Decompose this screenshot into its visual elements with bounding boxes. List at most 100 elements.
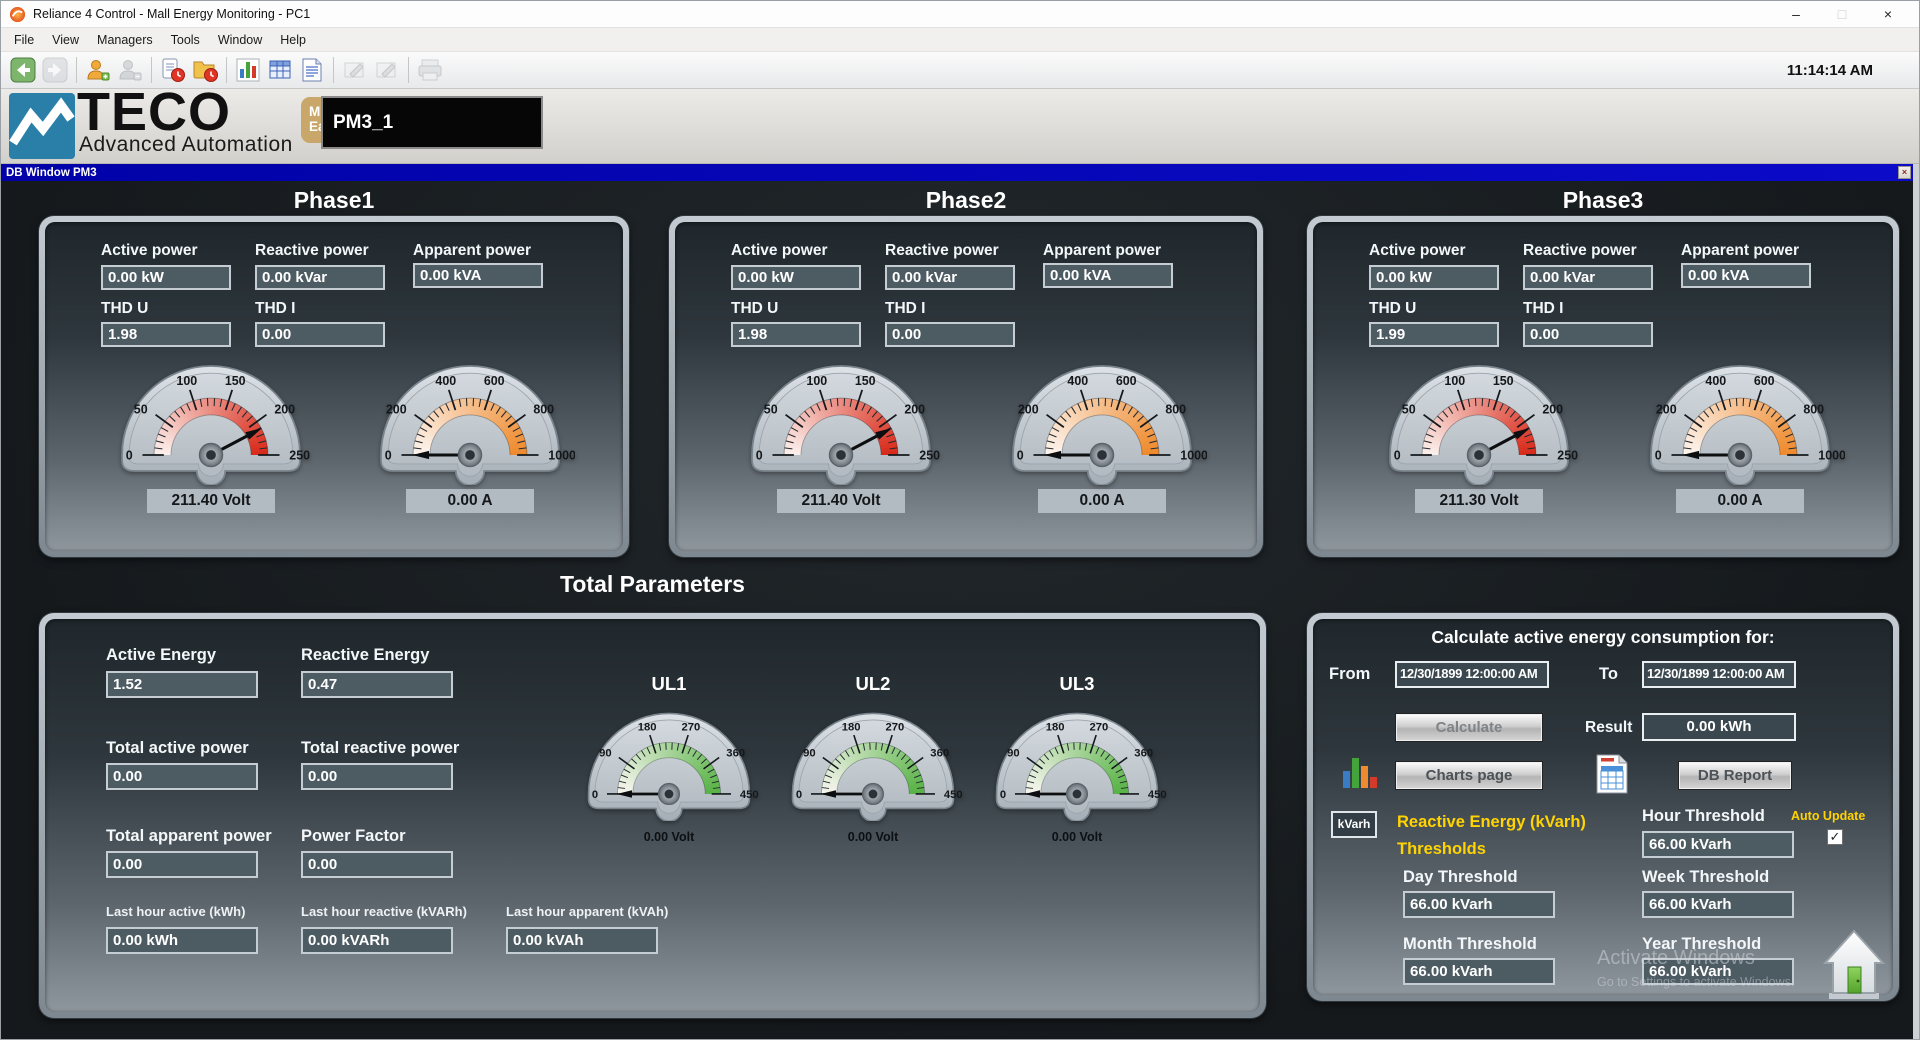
voltage-gauge: 050100150200250 [106,350,316,485]
active-power-label: Active power [731,242,827,260]
total-active-power-field: 0.00 [106,763,258,790]
data-report-icon[interactable] [297,55,327,85]
window-title: Reliance 4 Control - Mall Energy Monitor… [33,7,310,21]
week-threshold-field[interactable]: 66.00 kVarh [1642,891,1794,918]
voltage-gauge: 050100150200250 [736,350,946,485]
last-hour-reactive-field: 0.00 kVARh [301,927,453,954]
signature-icon[interactable] [340,55,370,85]
window-right-edge [1913,164,1919,1039]
day-threshold-field[interactable]: 66.00 kVarh [1403,891,1555,918]
signature-alt-icon[interactable] [372,55,402,85]
printer-icon[interactable] [415,55,445,85]
menu-tools[interactable]: Tools [162,29,209,51]
data-table-icon[interactable] [265,55,295,85]
thresholds-heading-line2: Thresholds [1397,840,1486,859]
svg-text:450: 450 [944,789,963,801]
db-window-titlebar[interactable]: DB Window PM3 × [1,164,1913,181]
from-label: From [1329,665,1370,684]
calc-title: Calculate active energy consumption for: [1313,627,1893,648]
ul3-value: 0.00 Volt [1052,830,1102,844]
total-parameters-panel: Active Energy Reactive Energy 1.52 0.47 … [39,613,1266,1018]
charts-page-button[interactable]: Charts page [1395,761,1543,790]
device-label: PM3_1 [321,96,543,149]
active-energy-field: 1.52 [106,671,258,698]
teco-logo-icon [9,93,75,159]
active-power-label: Active power [101,242,197,260]
svg-text:270: 270 [682,722,701,734]
svg-text:0: 0 [385,448,392,462]
last-hour-active-field: 0.00 kWh [106,927,258,954]
svg-text:180: 180 [1046,722,1065,734]
kvarh-button[interactable]: kVarh [1331,811,1377,838]
to-date-field[interactable]: 12/30/1899 12:00:00 AM [1642,661,1796,688]
ul1-value: 0.00 Volt [644,830,694,844]
current-gauge: 02004006008001000 [997,350,1207,485]
last-hour-reactive-label: Last hour reactive (kVARh) [301,904,467,919]
bar-chart-icon [1341,753,1381,793]
menu-help[interactable]: Help [271,29,315,51]
back-icon[interactable] [8,55,38,85]
ul3-title: UL3 [1060,673,1095,695]
menu-window[interactable]: Window [209,29,271,51]
apparent-power-label: Apparent power [1043,242,1161,260]
svg-text:800: 800 [1165,402,1186,416]
title-bar: Reliance 4 Control - Mall Energy Monitor… [1,1,1919,28]
phase2-title: Phase2 [669,187,1263,214]
svg-text:50: 50 [764,402,778,416]
svg-text:800: 800 [533,402,554,416]
reactive-energy-field: 0.47 [301,671,453,698]
menu-managers[interactable]: Managers [88,29,162,51]
close-button[interactable]: × [1865,1,1911,27]
db-window-close-icon[interactable]: × [1898,166,1911,179]
svg-text:1000: 1000 [1818,448,1845,462]
minimize-button[interactable]: – [1773,1,1819,27]
svg-text:0: 0 [126,448,133,462]
application-window: Reliance 4 Control - Mall Energy Monitor… [0,0,1920,1040]
hour-threshold-field[interactable]: 66.00 kVarh [1642,831,1794,858]
reactive-power-label: Reactive power [1523,242,1637,260]
home-icon[interactable] [1823,927,1885,1003]
svg-text:200: 200 [904,402,925,416]
svg-text:400: 400 [435,374,456,388]
svg-text:1000: 1000 [548,448,575,462]
report-doc-icon [1595,753,1629,795]
thd-u-field: 1.98 [101,322,231,347]
menu-file[interactable]: File [5,29,43,51]
phase3-panel: Active power Reactive power Apparent pow… [1307,216,1899,557]
apparent-power-field: 0.00 kVA [1043,263,1173,288]
year-threshold-field[interactable]: 66.00 kVarh [1642,958,1794,985]
chart-icon[interactable] [233,55,263,85]
thd-u-label: THD U [101,300,148,318]
last-hour-apparent-label: Last hour apparent (kVAh) [506,904,668,919]
month-threshold-field[interactable]: 66.00 kVarh [1403,958,1555,985]
calculate-button[interactable]: Calculate [1395,713,1543,742]
power-factor-label: Power Factor [301,827,406,846]
ul2-gauge: 090180270360450 [778,699,968,821]
result-label: Result [1585,719,1632,737]
current-gauge: 02004006008001000 [1635,350,1845,485]
svg-text:90: 90 [599,747,612,759]
thd-i-field: 0.00 [255,322,385,347]
phase3-title: Phase3 [1307,187,1899,214]
active-power-label: Active power [1369,242,1465,260]
voltage-value-box: 211.30 Volt [1415,489,1543,513]
reactive-power-field: 0.00 kVar [885,265,1015,290]
maximize-button[interactable]: □ [1819,1,1865,27]
svg-text:90: 90 [803,747,816,759]
forward-icon[interactable] [40,55,70,85]
svg-text:360: 360 [726,747,745,759]
apparent-power-label: Apparent power [413,242,531,260]
from-date-field[interactable]: 12/30/1899 12:00:00 AM [1395,661,1549,688]
menu-view[interactable]: View [43,29,88,51]
current-value-box: 0.00 A [1038,489,1166,513]
svg-text:150: 150 [225,374,246,388]
svg-text:450: 450 [1148,789,1167,801]
svg-text:200: 200 [274,402,295,416]
svg-text:100: 100 [176,374,197,388]
svg-text:200: 200 [386,402,407,416]
last-hour-active-label: Last hour active (kWh) [106,904,245,919]
last-hour-apparent-field: 0.00 kVAh [506,927,658,954]
db-report-button[interactable]: DB Report [1678,761,1792,790]
thd-i-field: 0.00 [885,322,1015,347]
auto-update-checkbox[interactable]: ✓ [1827,829,1843,845]
